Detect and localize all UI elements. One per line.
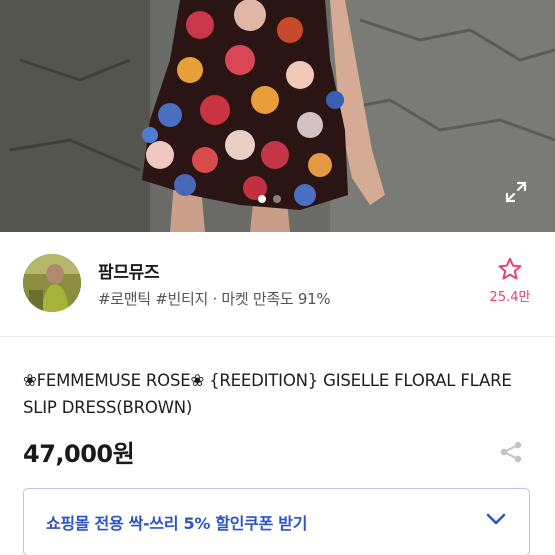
carousel-indicator[interactable]: [258, 195, 281, 203]
favorite-count: 25.4만: [489, 290, 531, 305]
coupon-label: 쇼핑몰 전용 싹-쓰리 5% 할인쿠폰 받기: [46, 514, 308, 533]
favorite-button[interactable]: 25.4만: [486, 256, 534, 305]
seller-avatar[interactable]: [23, 254, 81, 312]
seller-tags: #로맨틱 #빈티지 · 마켓 만족도 91%: [98, 290, 331, 308]
seller-section: 팜므뮤즈 #로맨틱 #빈티지 · 마켓 만족도 91% 25.4만: [0, 232, 555, 337]
product-photo[interactable]: [0, 0, 555, 232]
chevron-down-icon: [485, 511, 507, 527]
product-price: 47,000원: [23, 440, 135, 468]
product-title: ❀FEMMEMUSE ROSE❀ {REEDITION} GISELLE FLO…: [23, 371, 512, 417]
share-icon[interactable]: [498, 440, 524, 464]
expand-icon[interactable]: [504, 180, 528, 204]
star-outline-icon: [498, 257, 522, 280]
carousel-dot[interactable]: [273, 195, 281, 203]
carousel-dot-active[interactable]: [258, 195, 266, 203]
seller-name[interactable]: 팜므뮤즈: [98, 258, 160, 283]
coupon-button[interactable]: 쇼핑몰 전용 싹-쓰리 5% 할인쿠폰 받기: [23, 488, 530, 555]
